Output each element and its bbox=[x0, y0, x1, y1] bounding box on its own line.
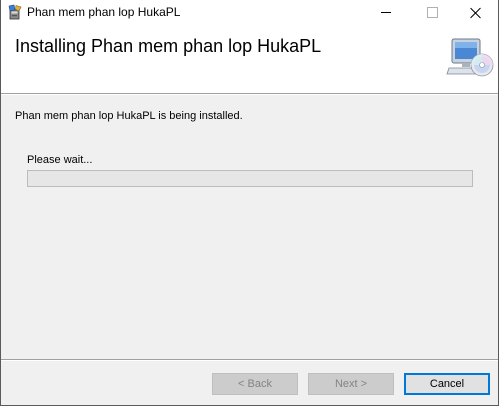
close-icon bbox=[470, 7, 482, 19]
title-bar[interactable]: Phan mem phan lop HukaPL bbox=[1, 0, 498, 25]
computer-cd-icon bbox=[446, 38, 494, 77]
minimize-button[interactable] bbox=[363, 0, 409, 25]
maximize-button[interactable] bbox=[409, 0, 455, 25]
header-banner: Installing Phan mem phan lop HukaPL bbox=[1, 25, 498, 94]
installer-package-icon bbox=[8, 4, 22, 20]
close-button[interactable] bbox=[453, 0, 498, 25]
minimize-icon bbox=[381, 12, 391, 13]
maximize-icon bbox=[426, 7, 438, 18]
next-button[interactable]: Next > bbox=[308, 373, 394, 395]
install-status-text: Phan mem phan lop HukaPL is being instal… bbox=[15, 110, 243, 122]
please-wait-label: Please wait... bbox=[27, 154, 93, 166]
window-title: Phan mem phan lop HukaPL bbox=[27, 5, 181, 19]
content-area: Phan mem phan lop HukaPL is being instal… bbox=[1, 95, 498, 359]
installer-window: Phan mem phan lop HukaPL Installing Phan… bbox=[0, 0, 499, 406]
install-progress-bar bbox=[27, 170, 473, 187]
footer-divider-highlight bbox=[1, 360, 498, 361]
back-button[interactable]: < Back bbox=[212, 373, 298, 395]
page-title: Installing Phan mem phan lop HukaPL bbox=[15, 36, 322, 56]
cancel-button[interactable]: Cancel bbox=[404, 373, 490, 395]
